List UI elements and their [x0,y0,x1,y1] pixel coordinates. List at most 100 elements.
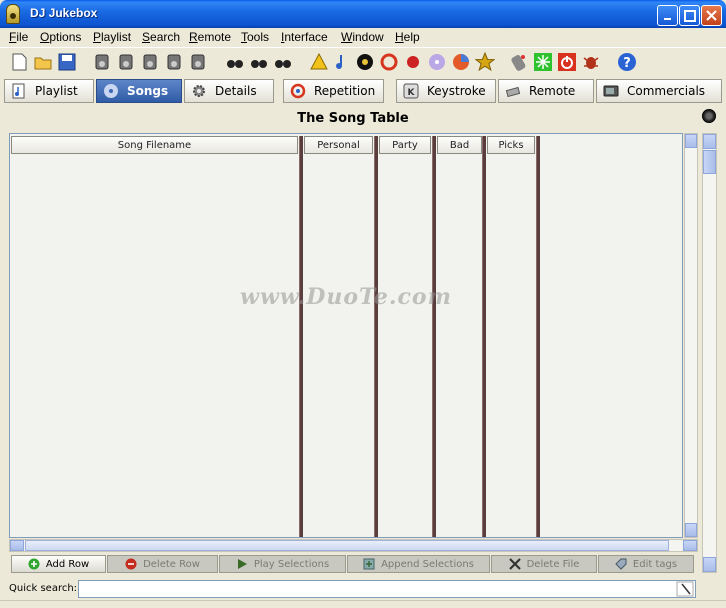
panel-scroll-up-arrow-icon[interactable] [703,134,716,149]
table-vertical-scrollbar[interactable] [684,133,698,538]
action-bar: Add Row Delete Row Play Selections Appen… [4,553,702,573]
tab-playlist[interactable]: Playlist [4,79,94,103]
menu-options[interactable]: Options [40,30,81,44]
maximize-button[interactable] [679,5,700,26]
add-row-label: Add Row [45,558,90,570]
tab-playlist-label: Playlist [35,84,78,98]
tab-keystroke[interactable]: K Keystroke [396,79,496,103]
jukebox-icon [6,4,20,24]
column-header-bad[interactable]: Bad [437,136,482,154]
songs-disc-icon [103,83,119,99]
disc-icon[interactable] [427,52,447,72]
scroll-left-arrow-icon[interactable] [10,540,24,551]
column-header-song-filename[interactable]: Song Filename [11,136,298,154]
help-icon[interactable]: ? [617,52,637,72]
horizontal-scroll-thumb[interactable] [25,540,669,551]
scroll-down-arrow-icon[interactable] [685,523,697,537]
player-icon-2[interactable] [117,52,137,72]
player-icon-5[interactable] [189,52,209,72]
column-header-personal[interactable]: Personal [304,136,373,154]
column-separator[interactable] [299,136,303,537]
scroll-up-arrow-icon[interactable] [685,134,697,148]
edit-tags-button[interactable]: Edit tags [598,555,694,573]
keyboard-key-icon: K [403,83,419,99]
close-button[interactable] [701,5,722,26]
delete-row-label: Delete Row [143,558,200,570]
binoculars-icon-3[interactable] [273,52,293,72]
tab-bar: Playlist Songs Details Repetition K Keys… [0,78,726,104]
column-header-party[interactable]: Party [379,136,431,154]
power-icon[interactable] [557,52,577,72]
tag-icon [615,558,627,570]
tab-commercials-label: Commercials [627,84,706,98]
music-note-icon[interactable] [333,52,353,72]
open-folder-icon[interactable] [33,52,53,72]
page-title: The Song Table [297,111,409,126]
delete-file-x-icon [508,558,521,570]
append-icon [363,558,375,570]
column-separator[interactable] [536,136,540,537]
panel-scroll-thumb[interactable] [703,150,716,174]
menu-window[interactable]: Window [341,30,384,44]
status-bar [0,600,726,608]
delete-file-label: Delete File [526,558,580,570]
options-knob-icon[interactable] [702,109,716,123]
star-icon[interactable] [475,52,495,72]
quick-search-label: Quick search: [9,583,78,594]
edit-tags-label: Edit tags [632,558,678,570]
binoculars-icon-2[interactable] [249,52,269,72]
tab-remote[interactable]: Remote [498,79,594,103]
toolbar: ? [0,47,726,77]
table-horizontal-scrollbar[interactable] [9,539,698,552]
delete-file-button[interactable]: Delete File [491,555,597,573]
sparkle-icon[interactable] [533,52,553,72]
ball-icon[interactable] [403,52,423,72]
play-selections-button[interactable]: Play Selections [219,555,346,573]
tab-remote-label: Remote [529,84,576,98]
songs-panel: The Song Table Song Filename Personal Pa… [4,105,722,578]
column-separator[interactable] [482,136,486,537]
menu-file[interactable]: File [9,30,28,44]
menu-tools[interactable]: Tools [241,30,269,44]
binoculars-icon-1[interactable] [225,52,245,72]
resize-grip-icon[interactable] [676,581,694,597]
quick-search-bar: Quick search: [0,578,726,600]
bug-icon[interactable] [581,52,601,72]
new-file-icon[interactable] [9,52,29,72]
window-title: DJ Jukebox [30,6,98,20]
column-separator[interactable] [374,136,378,537]
remote-icon[interactable] [509,52,529,72]
warning-icon[interactable] [309,52,329,72]
tab-commercials[interactable]: Commercials [596,79,722,103]
menu-playlist[interactable]: Playlist [93,30,131,44]
add-row-button[interactable]: Add Row [11,555,106,573]
column-header-picks[interactable]: Picks [487,136,535,154]
save-icon[interactable] [57,52,77,72]
vinyl-icon[interactable] [355,52,375,72]
menu-help[interactable]: Help [395,30,420,44]
minimize-button[interactable] [657,5,678,26]
append-selections-label: Append Selections [381,558,474,570]
play-icon [236,558,248,570]
player-icon-1[interactable] [93,52,113,72]
append-selections-button[interactable]: Append Selections [347,555,490,573]
tab-repetition[interactable]: Repetition [283,79,384,103]
panel-scroll-down-arrow-icon[interactable] [703,557,716,572]
menu-search[interactable]: Search [142,30,180,44]
refresh-icon[interactable] [379,52,399,72]
tab-songs-label: Songs [127,84,169,98]
tab-songs[interactable]: Songs [96,79,182,103]
menu-remote[interactable]: Remote [189,30,231,44]
quick-search-input[interactable] [78,580,696,598]
song-table[interactable]: Song Filename Personal Party Bad Picks w… [9,133,683,538]
tab-details[interactable]: Details [184,79,274,103]
player-icon-4[interactable] [165,52,185,72]
remote-device-icon [505,83,521,99]
panel-vertical-scrollbar[interactable] [702,133,717,573]
pie-chart-icon[interactable] [451,52,471,72]
delete-row-button[interactable]: Delete Row [107,555,218,573]
column-separator[interactable] [432,136,436,537]
scroll-right-arrow-icon[interactable] [683,540,697,551]
menu-interface[interactable]: Interface [281,30,328,44]
player-icon-3[interactable] [141,52,161,72]
